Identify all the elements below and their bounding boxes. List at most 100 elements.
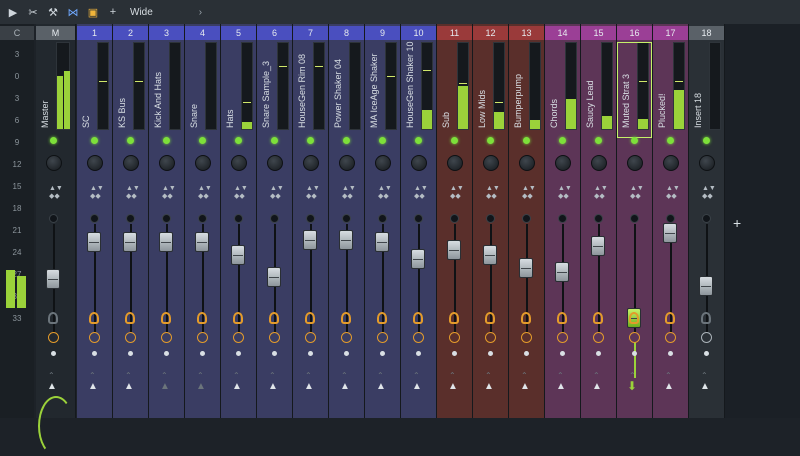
chevron-right-icon[interactable]: › [199,7,202,18]
strip-number[interactable]: 12 [473,26,508,40]
mute-led[interactable] [163,137,170,144]
delay-clock-icon[interactable] [197,332,208,343]
stamp-icon[interactable]: ⚒ [46,5,60,19]
route-up-small-icon[interactable]: ⌃ [485,371,492,380]
play-arrow-icon[interactable]: ▶ [6,5,20,19]
mute-led[interactable] [307,137,314,144]
send-switch-icon[interactable] [377,312,387,324]
pan-knob[interactable] [447,155,463,171]
volume-fader[interactable] [231,244,245,265]
strip-number[interactable]: 15 [581,26,616,40]
route-up-arrow-icon[interactable]: ▲ [160,381,170,392]
mixer-strip-3[interactable]: 3 Kick And Hats ▲▼ ◆◆ ⌃ ▲ [149,24,185,418]
route-up-small-icon[interactable]: ⌃ [521,371,528,380]
route-up-small-icon[interactable]: ⌃ [665,371,672,380]
mute-led[interactable] [595,137,602,144]
volume-fader[interactable] [303,229,317,250]
route-up-arrow-icon[interactable]: ▲ [268,381,278,392]
scissors-icon[interactable]: ✂ [26,5,40,19]
mixer-strip-7[interactable]: 7 HouseGen Rim 08 ▲▼ ◆◆ ⌃ ▲ [293,24,329,418]
stereo-separation-knob[interactable] [342,214,351,223]
volume-fader[interactable] [591,236,605,256]
delay-clock-icon[interactable] [161,332,172,343]
route-up-small-icon[interactable]: ⌃ [377,371,384,380]
volume-fader[interactable] [447,240,461,261]
stereo-arrows-icon[interactable]: ▲▼ ◆◆ [198,185,212,205]
mute-led[interactable] [235,137,242,144]
stereo-separation-knob[interactable] [414,214,423,223]
strip-number[interactable]: 10 [401,26,436,40]
route-up-small-icon[interactable]: ⌃ [701,371,708,380]
route-up-small-icon[interactable]: ⌃ [125,371,132,380]
pan-knob[interactable] [231,155,247,171]
route-up-arrow-icon[interactable]: ▲ [340,381,350,392]
strip-number[interactable]: 4 [185,26,220,40]
stereo-arrows-icon[interactable]: ▲▼ ◆◆ [702,185,716,205]
route-up-small-icon[interactable]: ⌃ [449,371,456,380]
pan-knob[interactable] [375,155,391,171]
strip-number[interactable]: 8 [329,26,364,40]
delay-clock-icon[interactable] [125,332,136,343]
delay-clock-icon[interactable] [593,332,604,343]
route-up-arrow-icon[interactable]: ▲ [376,381,386,392]
send-switch-icon[interactable] [485,312,495,324]
stereo-separation-knob[interactable] [486,214,495,223]
send-switch-icon[interactable] [125,312,135,324]
stereo-separation-knob[interactable] [558,214,567,223]
send-switch-icon[interactable] [593,312,603,324]
record-dot[interactable] [380,351,385,356]
send-switch-icon[interactable] [557,312,567,324]
delay-clock-icon[interactable] [233,332,244,343]
strip-number[interactable]: 13 [509,26,544,40]
mixer-strip-13[interactable]: 13 Bumperpump ▲▼ ◆◆ ⌃ ▲ [509,24,545,418]
volume-fader[interactable] [267,266,281,287]
mixer-strip-14[interactable]: 14 Chords ▲▼ ◆◆ ⌃ ▲ [545,24,581,418]
stereo-separation-knob[interactable] [162,214,171,223]
record-dot[interactable] [92,351,97,356]
record-dot[interactable] [344,351,349,356]
route-up-arrow-icon[interactable]: ▲ [47,381,57,392]
mute-led[interactable] [451,137,458,144]
mixer-strip-5[interactable]: 5 Hats ▲▼ ◆◆ ⌃ ▲ [221,24,257,418]
send-switch-icon[interactable] [341,312,351,324]
record-dot[interactable] [452,351,457,356]
stereo-arrows-icon[interactable]: ▲▼ ◆◆ [49,185,63,205]
strip-number[interactable]: 3 [149,26,184,40]
volume-fader[interactable] [159,231,173,252]
stereo-arrows-icon[interactable]: ▲▼ ◆◆ [666,185,680,205]
stereo-separation-knob[interactable] [234,214,243,223]
send-switch-icon[interactable] [89,312,99,324]
mixer-strip-9[interactable]: 9 MA IceAge Shaker ▲▼ ◆◆ ⌃ ▲ [365,24,401,418]
volume-fader[interactable] [46,268,60,289]
mixer-strip-10[interactable]: 10 HouseGen Shaker 10 ▲▼ ◆◆ ⌃ ▲ [401,24,437,418]
stereo-separation-knob[interactable] [306,214,315,223]
square-icon[interactable]: ▣ [86,5,100,19]
send-switch-icon[interactable] [269,312,279,324]
delay-clock-icon[interactable] [89,332,100,343]
stereo-separation-knob[interactable] [90,214,99,223]
strip-number[interactable]: 5 [221,26,256,40]
mixer-strip-1[interactable]: 1 SC ▲▼ ◆◆ ⌃ ▲ [77,24,113,418]
route-up-small-icon[interactable]: ⌃ [557,371,564,380]
pan-knob[interactable] [591,155,607,171]
pan-knob[interactable] [123,155,139,171]
volume-fader[interactable] [699,275,713,296]
pan-knob[interactable] [699,155,715,171]
send-switch-icon[interactable] [233,312,243,324]
stereo-separation-knob[interactable] [522,214,531,223]
mixer-strip-4[interactable]: 4 Snare ▲▼ ◆◆ ⌃ ▲ [185,24,221,418]
stereo-arrows-icon[interactable]: ▲▼ ◆◆ [558,185,572,205]
stereo-arrows-icon[interactable]: ▲▼ ◆◆ [306,185,320,205]
pan-knob[interactable] [483,155,499,171]
mute-led[interactable] [379,137,386,144]
strip-number[interactable]: 11 [437,26,472,40]
stereo-arrows-icon[interactable]: ▲▼ ◆◆ [270,185,284,205]
stereo-separation-knob[interactable] [702,214,711,223]
send-switch-icon[interactable] [161,312,171,324]
strip-number[interactable]: 7 [293,26,328,40]
route-up-small-icon[interactable]: ⌃ [269,371,276,380]
route-up-small-icon[interactable]: ⌃ [161,371,168,380]
stereo-arrows-icon[interactable]: ▲▼ ◆◆ [234,185,248,205]
stereo-arrows-icon[interactable]: ▲▼ ◆◆ [342,185,356,205]
stereo-arrows-icon[interactable]: ▲▼ ◆◆ [522,185,536,205]
